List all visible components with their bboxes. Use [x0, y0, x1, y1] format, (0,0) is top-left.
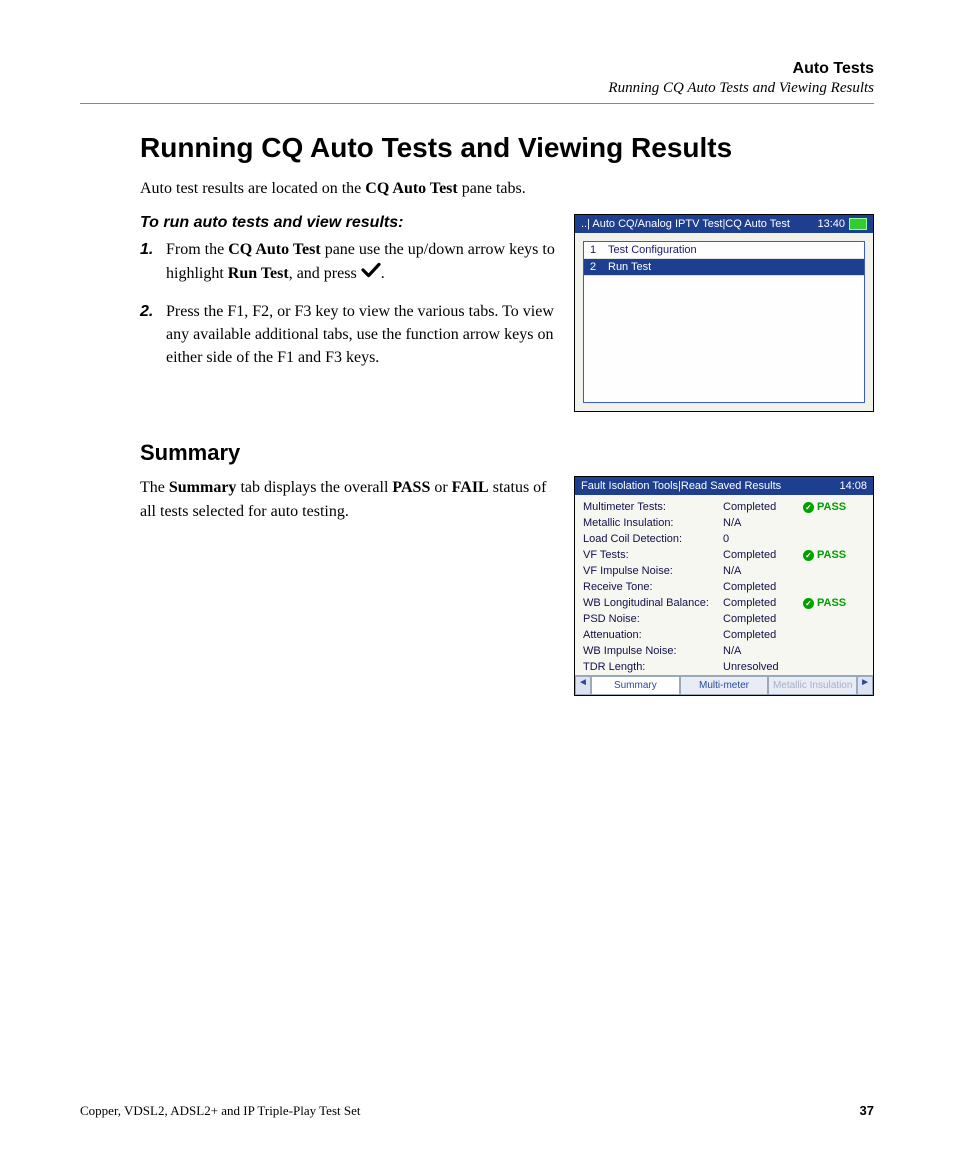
result-value: Completed — [723, 613, 803, 625]
result-row: PSD Noise:Completed — [577, 611, 871, 627]
battery-icon — [849, 218, 867, 230]
result-row: Attenuation:Completed — [577, 627, 871, 643]
result-value: Completed — [723, 501, 803, 513]
result-row: WB Longitudinal Balance:Completed✓PASS — [577, 595, 871, 611]
menu-item-label: Run Test — [608, 261, 651, 273]
device-menu-pane: 1Test Configuration2Run Test — [583, 241, 865, 403]
result-label: VF Impulse Noise: — [583, 565, 723, 577]
tab-multimeter[interactable]: Multi-meter — [680, 676, 769, 695]
checkmark-icon — [361, 262, 381, 285]
result-label: Receive Tone: — [583, 581, 723, 593]
step-number: 1. — [140, 238, 166, 285]
result-label: Load Coil Detection: — [583, 533, 723, 545]
menu-item[interactable]: 2Run Test — [584, 259, 864, 276]
device-clock: 14:08 — [839, 480, 867, 492]
menu-item-index: 2 — [590, 261, 608, 273]
menu-item-label: Test Configuration — [608, 244, 697, 256]
device-title: ..| Auto CQ/Analog IPTV Test|CQ Auto Tes… — [581, 218, 790, 230]
footer-text: Copper, VDSL2, ADSL2+ and IP Triple-Play… — [80, 1103, 360, 1119]
result-value: N/A — [723, 517, 803, 529]
intro-text: Auto test results are located on the — [140, 180, 365, 197]
result-value: 0 — [723, 533, 803, 545]
device-titlebar: ..| Auto CQ/Analog IPTV Test|CQ Auto Tes… — [575, 215, 873, 233]
result-row: TDR Length:Unresolved — [577, 659, 871, 675]
result-value: Completed — [723, 549, 803, 561]
device-clock: 13:40 — [817, 218, 867, 230]
step-1: 1. From the CQ Auto Test pane use the up… — [140, 238, 560, 285]
result-value: Unresolved — [723, 661, 803, 673]
result-label: PSD Noise: — [583, 613, 723, 625]
result-row: WB Impulse Noise:N/A — [577, 643, 871, 659]
step-2: 2. Press the F1, F2, or F3 key to view t… — [140, 300, 560, 370]
result-label: WB Longitudinal Balance: — [583, 597, 723, 609]
tab-metallic-insulation[interactable]: Metallic Insulation — [768, 676, 857, 695]
check-icon: ✓ — [803, 502, 814, 513]
tab-summary[interactable]: Summary — [591, 676, 680, 695]
device-screenshot-1: ..| Auto CQ/Analog IPTV Test|CQ Auto Tes… — [574, 214, 874, 412]
steps-heading: To run auto tests and view results: — [140, 214, 560, 232]
result-value: Completed — [723, 629, 803, 641]
menu-item-index: 1 — [590, 244, 608, 256]
header-chapter: Auto Tests — [80, 60, 874, 78]
pass-label: PASS — [817, 501, 846, 513]
result-row: Multimeter Tests:Completed✓PASS — [577, 499, 871, 515]
pass-badge: ✓PASS — [803, 501, 846, 513]
result-value: N/A — [723, 645, 803, 657]
section-heading: Running CQ Auto Tests and Viewing Result… — [80, 132, 874, 164]
result-row: Receive Tone:Completed — [577, 579, 871, 595]
device-titlebar: Fault Isolation Tools|Read Saved Results… — [575, 477, 873, 495]
result-label: Metallic Insulation: — [583, 517, 723, 529]
intro-bold: CQ Auto Test — [365, 180, 457, 197]
device-screenshot-2: Fault Isolation Tools|Read Saved Results… — [574, 476, 874, 696]
results-list: Multimeter Tests:Completed✓PASSMetallic … — [575, 495, 873, 675]
result-label: WB Impulse Noise: — [583, 645, 723, 657]
page-footer: Copper, VDSL2, ADSL2+ and IP Triple-Play… — [80, 1103, 874, 1119]
header-section: Running CQ Auto Tests and Viewing Result… — [80, 80, 874, 97]
pass-badge: ✓PASS — [803, 549, 846, 561]
result-value: Completed — [723, 597, 803, 609]
result-row: VF Impulse Noise:N/A — [577, 563, 871, 579]
step-body: Press the F1, F2, or F3 key to view the … — [166, 300, 560, 370]
subsection-heading: Summary — [140, 440, 874, 466]
steps-list: 1. From the CQ Auto Test pane use the up… — [140, 238, 560, 369]
result-label: Multimeter Tests: — [583, 501, 723, 513]
pass-label: PASS — [817, 549, 846, 561]
result-label: Attenuation: — [583, 629, 723, 641]
tab-scroll-left-icon[interactable]: ◄ — [575, 676, 591, 695]
device-tabs: ◄ Summary Multi-meter Metallic Insulatio… — [575, 675, 873, 695]
check-icon: ✓ — [803, 550, 814, 561]
result-row: Metallic Insulation:N/A — [577, 515, 871, 531]
pass-badge: ✓PASS — [803, 597, 846, 609]
intro-text-2: pane tabs. — [458, 180, 526, 197]
result-row: Load Coil Detection:0 — [577, 531, 871, 547]
header-rule — [80, 103, 874, 104]
menu-item[interactable]: 1Test Configuration — [584, 242, 864, 259]
result-label: TDR Length: — [583, 661, 723, 673]
tab-scroll-right-icon[interactable]: ► — [857, 676, 873, 695]
result-row: VF Tests:Completed✓PASS — [577, 547, 871, 563]
device-title: Fault Isolation Tools|Read Saved Results — [581, 480, 781, 492]
pass-label: PASS — [817, 597, 846, 609]
summary-paragraph: The Summary tab displays the overall PAS… — [140, 476, 560, 522]
result-label: VF Tests: — [583, 549, 723, 561]
result-value: Completed — [723, 581, 803, 593]
page-number: 37 — [860, 1103, 874, 1119]
step-body: From the CQ Auto Test pane use the up/do… — [166, 238, 560, 285]
check-icon: ✓ — [803, 598, 814, 609]
step-number: 2. — [140, 300, 166, 370]
page-header: Auto Tests Running CQ Auto Tests and Vie… — [80, 60, 874, 97]
result-value: N/A — [723, 565, 803, 577]
intro-paragraph: Auto test results are located on the CQ … — [140, 178, 874, 200]
